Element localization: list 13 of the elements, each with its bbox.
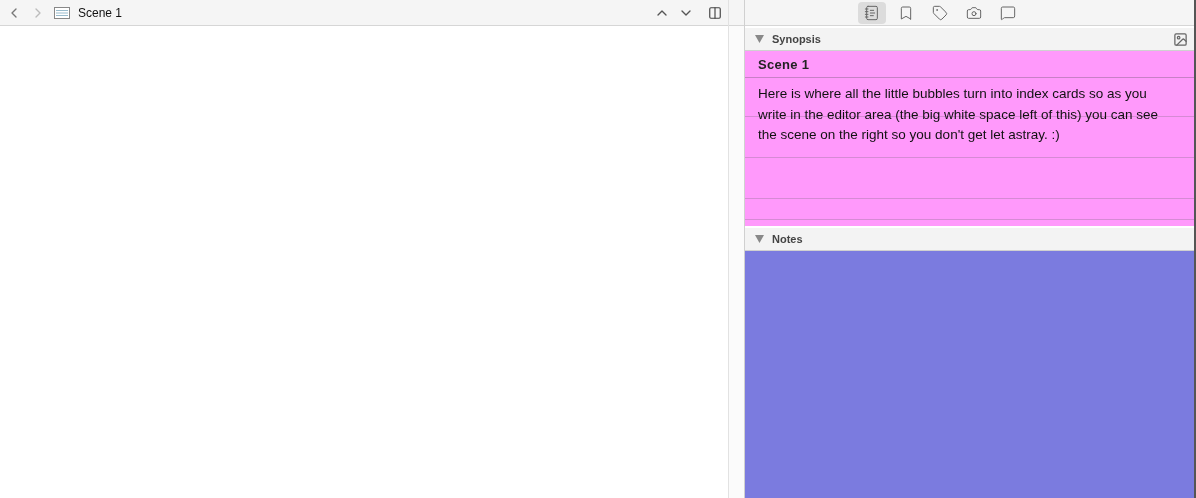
notes-icon — [863, 4, 880, 21]
comments-icon — [999, 4, 1016, 21]
notes-tab[interactable] — [857, 1, 886, 24]
disclosure-triangle[interactable] — [755, 35, 764, 43]
document-title: Scene 1 — [78, 5, 123, 20]
disclosure-triangle[interactable] — [755, 235, 764, 243]
synopsis-text: Here is where all the little bubbles turn into index cards so as you write in the editor area (the big white space left of this) you can see the scene on the right so you don't get let astray. :) — [758, 86, 1158, 143]
notes-label: Notes — [772, 233, 803, 245]
card-title: Scene 1 — [758, 56, 810, 72]
synopsis-label: Synopsis — [772, 33, 821, 45]
split-view-icon[interactable] — [708, 5, 722, 20]
image-icon[interactable] — [1173, 31, 1188, 47]
document-icon — [54, 6, 70, 19]
